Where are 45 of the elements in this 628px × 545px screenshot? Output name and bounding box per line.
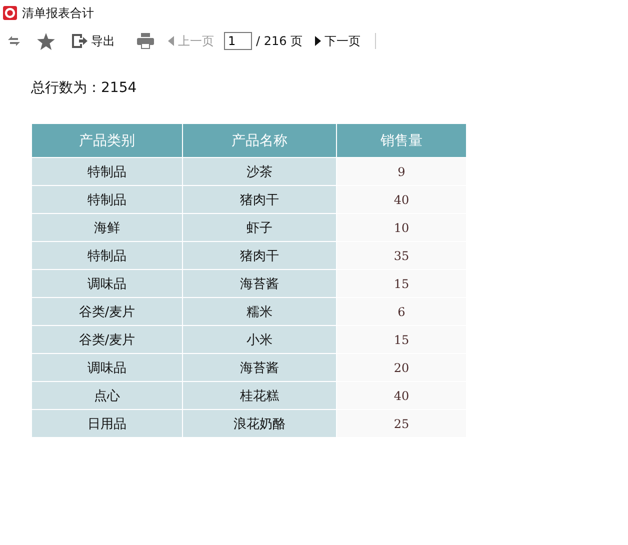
export-icon bbox=[71, 33, 88, 49]
print-icon[interactable] bbox=[137, 33, 154, 49]
table-cell: 20 bbox=[336, 354, 466, 382]
table-cell: 40 bbox=[336, 186, 466, 214]
table-cell: 特制品 bbox=[32, 158, 182, 186]
table-cell: 小米 bbox=[182, 326, 336, 354]
table-cell: 25 bbox=[336, 410, 466, 437]
table-cell: 谷类/麦片 bbox=[32, 298, 182, 326]
table-cell: 调味品 bbox=[32, 270, 182, 298]
table-cell: 谷类/麦片 bbox=[32, 326, 182, 354]
page-total: / 216 页 bbox=[256, 32, 303, 50]
page-number-field[interactable]: 1 bbox=[224, 32, 252, 50]
table-cell: 40 bbox=[336, 382, 466, 410]
table-cell: 海苔酱 bbox=[182, 270, 336, 298]
left-triangle-icon bbox=[168, 36, 174, 46]
next-page-button[interactable]: 下一页 bbox=[314, 32, 361, 50]
table-cell: 猪肉干 bbox=[182, 186, 336, 214]
table-cell: 6 bbox=[336, 298, 466, 326]
table-cell: 9 bbox=[336, 158, 466, 186]
table-cell: 浪花奶酪 bbox=[182, 410, 336, 437]
star-icon[interactable] bbox=[37, 32, 55, 50]
table-cell: 海鲜 bbox=[32, 214, 182, 242]
table-cell: 沙茶 bbox=[182, 158, 336, 186]
table-cell: 点心 bbox=[32, 382, 182, 410]
column-header: 产品类别 bbox=[32, 124, 182, 158]
table-cell: 10 bbox=[336, 214, 466, 242]
table-cell: 海苔酱 bbox=[182, 354, 336, 382]
column-header: 产品名称 bbox=[182, 124, 336, 158]
window-title: 清单报表合计 bbox=[22, 4, 94, 22]
right-triangle-icon bbox=[314, 36, 321, 46]
row-count-text: 总行数为：2154 bbox=[31, 79, 138, 97]
export-button[interactable]: 导出 bbox=[71, 32, 115, 50]
table-cell: 15 bbox=[336, 270, 466, 298]
app-logo-icon bbox=[3, 6, 17, 20]
table-cell: 特制品 bbox=[32, 186, 182, 214]
table-cell: 15 bbox=[336, 326, 466, 354]
table-cell: 调味品 bbox=[32, 354, 182, 382]
table-cell: 糯米 bbox=[182, 298, 336, 326]
table-cell: 虾子 bbox=[182, 214, 336, 242]
table-cell: 猪肉干 bbox=[182, 242, 336, 270]
table-cell: 35 bbox=[336, 242, 466, 270]
column-header: 销售量 bbox=[336, 124, 466, 158]
table-cell: 桂花糕 bbox=[182, 382, 336, 410]
table-cell: 日用品 bbox=[32, 410, 182, 437]
table-cell: 特制品 bbox=[32, 242, 182, 270]
